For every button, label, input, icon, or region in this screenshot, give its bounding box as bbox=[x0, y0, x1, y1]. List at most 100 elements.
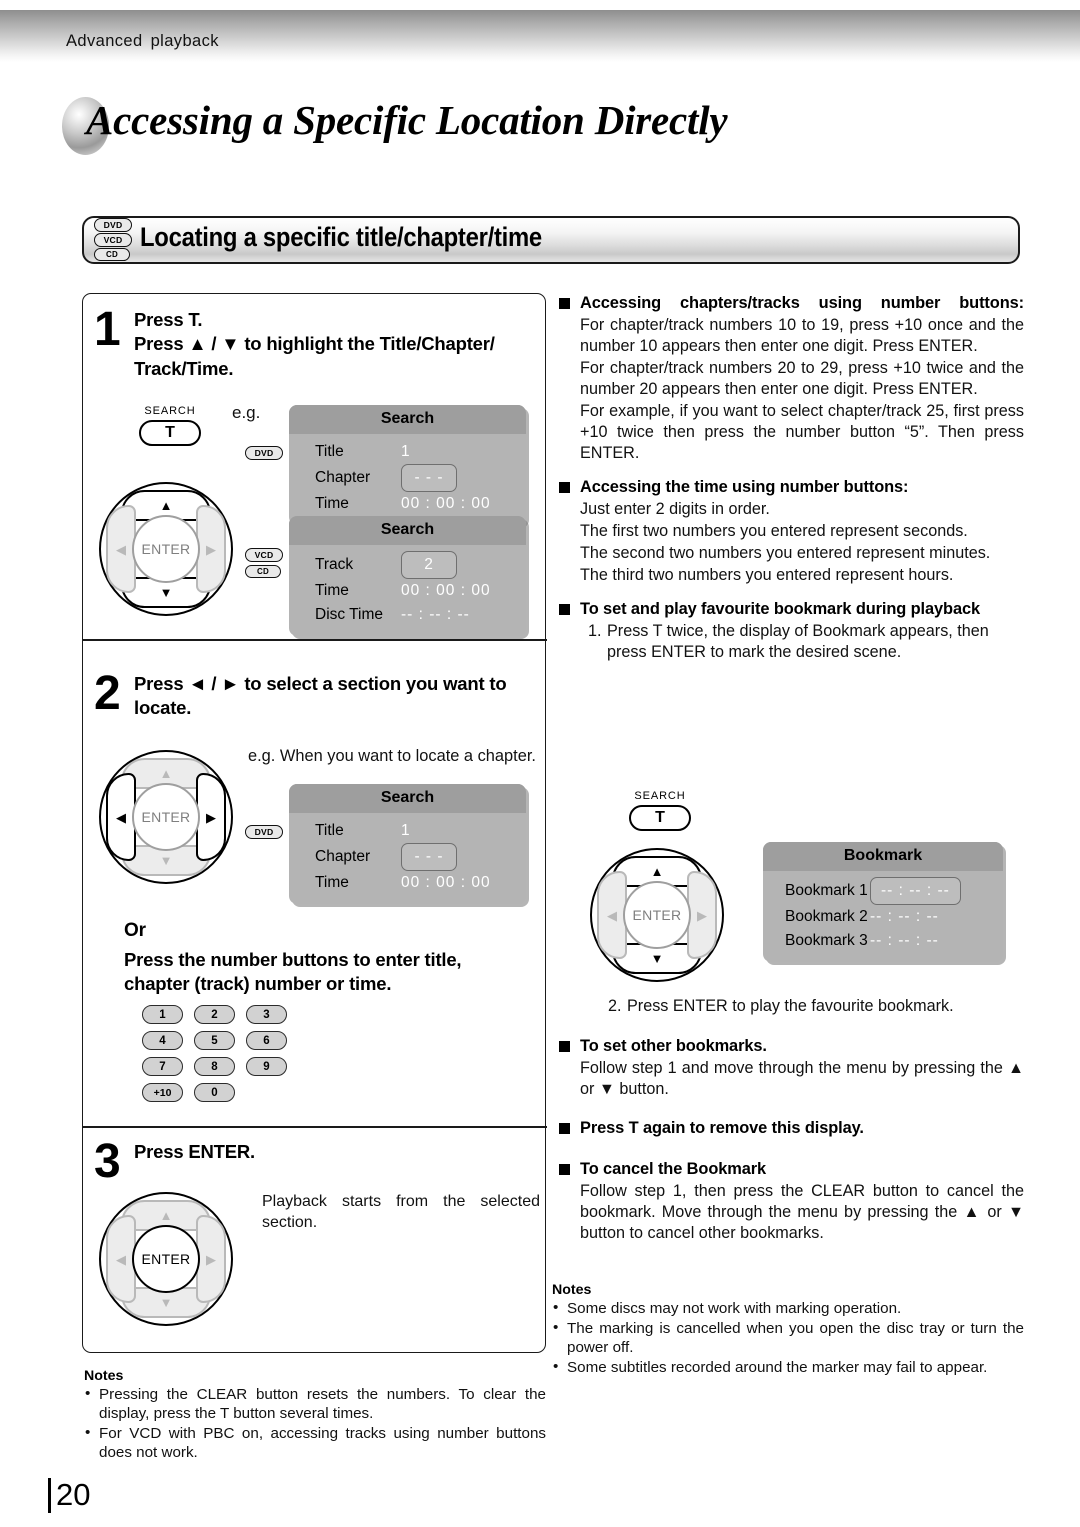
step-1-dpad[interactable]: ▲ ▼ ◀ ▶ ENTER bbox=[99, 482, 233, 616]
search-button-label: SEARCH bbox=[144, 405, 196, 417]
osd-row-label: Chapter bbox=[315, 848, 371, 865]
dpad-right-icon[interactable]: ▶ bbox=[196, 1215, 226, 1303]
step-2-heading: Press ◄ / ► to select a section you want… bbox=[134, 672, 546, 721]
block-paragraph: The second two numbers you entered repre… bbox=[580, 544, 991, 563]
osd-row-value: -- : -- : -- bbox=[870, 907, 939, 925]
osd-row: Bookmark 2 -- : -- : -- bbox=[763, 905, 1003, 929]
disc-tag-vcd: VCD bbox=[245, 548, 283, 562]
step-3-dpad[interactable]: ▲ ▼ ◀ ▶ ENTER bbox=[99, 1192, 233, 1326]
osd-search-panel-dvd: Search Title 1 Chapter - - - Time 00 : 0… bbox=[289, 405, 526, 525]
key-7[interactable]: 7 bbox=[142, 1057, 183, 1076]
step-1-heading: Press T. Press ▲ / ▼ to highlight the Ti… bbox=[134, 308, 542, 381]
osd-row: Title 1 bbox=[289, 819, 526, 843]
key-0[interactable]: 0 bbox=[194, 1083, 235, 1102]
or-heading-line2: chapter (track) number or time. bbox=[124, 973, 392, 995]
block-ordered-list: 1. Press T twice, the display of Bookmar… bbox=[558, 621, 1024, 663]
key-2[interactable]: 2 bbox=[194, 1005, 235, 1024]
osd-row: Time 00 : 00 : 00 bbox=[289, 871, 526, 895]
block-heading: To set and play favourite bookmark durin… bbox=[558, 599, 1024, 620]
right-block-number-buttons: Accessing chapters/tracks using number b… bbox=[558, 293, 1024, 464]
key-plus10[interactable]: +10 bbox=[142, 1083, 183, 1102]
key-6[interactable]: 6 bbox=[246, 1031, 287, 1050]
osd-title: Bookmark bbox=[763, 842, 1003, 871]
step-3-heading: Press ENTER. bbox=[134, 1141, 255, 1162]
left-note-item: Pressing the CLEAR button resets the num… bbox=[84, 1384, 546, 1423]
key-9[interactable]: 9 bbox=[246, 1057, 287, 1076]
osd-row-label: Time bbox=[315, 873, 349, 891]
osd-row-label: Bookmark 2 bbox=[785, 907, 868, 925]
enter-button[interactable]: ENTER bbox=[132, 1225, 200, 1293]
osd-title: Search bbox=[289, 784, 526, 813]
panel-2-disc-tags: VCD CD bbox=[245, 548, 283, 578]
running-head-text: Advanced playback bbox=[66, 32, 219, 50]
t-button[interactable]: T bbox=[629, 805, 691, 831]
bookmark-dpad[interactable]: ▲ ▼ ◀ ▶ ENTER bbox=[590, 848, 724, 982]
osd-row-label: Title bbox=[315, 822, 344, 840]
osd-row-value: 00 : 00 : 00 bbox=[401, 581, 491, 599]
dpad-right-icon[interactable]: ▶ bbox=[196, 773, 226, 861]
osd-row: Bookmark 3 -- : -- : -- bbox=[763, 929, 1003, 953]
ordered-item-text: Press ENTER to play the favourite bookma… bbox=[627, 997, 954, 1015]
step-1-heading-line3: Track/Time. bbox=[134, 357, 234, 379]
right-block-other-bookmarks: To set other bookmarks. Follow step 1 an… bbox=[558, 1036, 1024, 1100]
page-title: Accessing a Specific Location Directly bbox=[86, 97, 728, 143]
step-2-heading-line2: locate. bbox=[134, 697, 192, 719]
osd-row-value: -- : -- : -- bbox=[870, 931, 939, 949]
manual-page: Advanced playback Accessing a Specific L… bbox=[0, 0, 1080, 1527]
or-heading-line1: Press the number buttons to enter title, bbox=[124, 949, 462, 970]
osd-search-panel-step2: Search Title 1 Chapter - - - Time 00 : 0… bbox=[289, 784, 526, 904]
right-blocks-tail: To set other bookmarks. Follow step 1 an… bbox=[558, 1036, 1024, 1257]
osd-row-value: 00 : 00 : 00 bbox=[401, 873, 491, 891]
block-heading: Accessing chapters/tracks using number b… bbox=[558, 293, 1024, 314]
block-paragraph: For example, if you want to select chapt… bbox=[580, 402, 1024, 463]
enter-button[interactable]: ENTER bbox=[132, 515, 200, 583]
right-block-remove-display: Press T again to remove this display. bbox=[558, 1118, 1024, 1139]
dpad-right-icon[interactable]: ▶ bbox=[196, 505, 226, 593]
dpad-right-icon[interactable]: ▶ bbox=[687, 871, 717, 959]
key-8[interactable]: 8 bbox=[194, 1057, 235, 1076]
bookmark-ordered-item-2: 2. Press ENTER to play the favourite boo… bbox=[578, 996, 1024, 1017]
step-2-heading-line1: Press ◄ / ► to select a section you want… bbox=[134, 673, 507, 694]
osd-row: Title 1 bbox=[289, 440, 526, 464]
enter-button[interactable]: ENTER bbox=[623, 881, 691, 949]
disc-tag-cd: CD bbox=[245, 565, 281, 578]
step-3-number: 3 bbox=[94, 1135, 121, 1188]
t-button[interactable]: T bbox=[139, 420, 201, 446]
ordered-item: 2. Press ENTER to play the favourite boo… bbox=[608, 996, 1024, 1017]
block-heading: Press T again to remove this display. bbox=[558, 1118, 1024, 1139]
osd-row-label: Track bbox=[315, 556, 354, 573]
right-block-time-buttons: Accessing the time using number buttons:… bbox=[558, 477, 1024, 586]
osd-row-label: Time bbox=[315, 494, 349, 512]
section-title: Locating a specific title/chapter/time bbox=[140, 222, 542, 252]
key-5[interactable]: 5 bbox=[194, 1031, 235, 1050]
number-keypad[interactable]: 1 2 3 4 5 6 7 8 9 +10 0 bbox=[142, 1005, 289, 1102]
right-notes-title: Notes bbox=[552, 1282, 592, 1298]
osd-row: Chapter - - - bbox=[289, 464, 526, 492]
folio-rule bbox=[48, 1478, 51, 1513]
page-number: 20 bbox=[56, 1477, 91, 1512]
step-2-dpad[interactable]: ▲ ▼ ◀ ▶ ENTER bbox=[99, 750, 233, 884]
disc-badge-dvd: DVD bbox=[94, 218, 132, 232]
osd-row-value: -- : -- : -- bbox=[401, 605, 470, 623]
block-heading: To cancel the Bookmark bbox=[558, 1159, 1024, 1180]
key-4[interactable]: 4 bbox=[142, 1031, 183, 1050]
search-button-label: SEARCH bbox=[634, 790, 686, 802]
step-divider-1 bbox=[83, 639, 547, 641]
osd-row: Bookmark 1 -- : -- : -- bbox=[763, 877, 1003, 905]
block-paragraph: Follow step 1 and move through the menu … bbox=[580, 1059, 1024, 1099]
ordered-item: 1. Press T twice, the display of Bookmar… bbox=[588, 621, 1024, 663]
step-divider-2 bbox=[83, 1126, 547, 1128]
right-content-column: Accessing chapters/tracks using number b… bbox=[558, 293, 1024, 669]
key-3[interactable]: 3 bbox=[246, 1005, 287, 1024]
block-heading: To set other bookmarks. bbox=[558, 1036, 1024, 1057]
panel-3-disc-tag-dvd: DVD bbox=[245, 822, 283, 840]
osd-row-value-selected: 2 bbox=[401, 551, 457, 579]
enter-button[interactable]: ENTER bbox=[132, 783, 200, 851]
step-1-number: 1 bbox=[94, 303, 121, 356]
osd-row: Time 00 : 00 : 00 bbox=[289, 492, 526, 516]
right-note-item: Some subtitles recorded around the marke… bbox=[552, 1357, 1024, 1377]
key-1[interactable]: 1 bbox=[142, 1005, 183, 1024]
disc-tag-label: DVD bbox=[245, 825, 283, 839]
osd-search-panel-vcd-cd: Search Track 2 Time 00 : 00 : 00 Disc Ti… bbox=[289, 516, 526, 636]
right-note-item: The marking is cancelled when you open t… bbox=[552, 1318, 1024, 1357]
